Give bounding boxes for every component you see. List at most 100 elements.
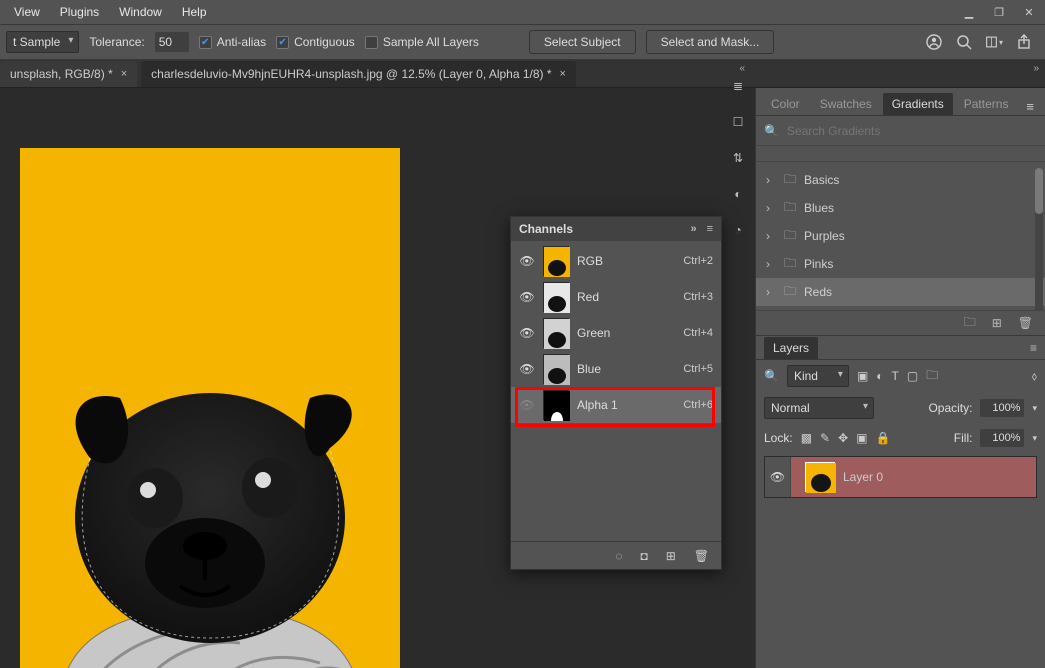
channel-green[interactable]: 👁 Green Ctrl+4	[511, 315, 721, 351]
delete-icon[interactable]: 🗑	[1018, 316, 1033, 330]
tab-color[interactable]: Color	[762, 93, 809, 115]
window-minimize-icon[interactable]: ▁	[955, 3, 983, 21]
channel-red[interactable]: 👁 Red Ctrl+3	[511, 279, 721, 315]
cloud-user-icon[interactable]	[925, 33, 943, 51]
adjust-filter-icon[interactable]: ◐	[876, 369, 883, 383]
fill-input[interactable]	[980, 429, 1024, 447]
search-icon[interactable]	[955, 33, 973, 51]
folder-basics[interactable]: ›🗀Basics	[756, 166, 1045, 194]
tab-patterns[interactable]: Patterns	[955, 93, 1018, 115]
lock-all-icon[interactable]: 🔒	[876, 431, 891, 445]
channels-panel[interactable]: Channels » ≡ 👁 RGB Ctrl+2 👁 Red Ctrl+3 👁…	[510, 216, 722, 570]
menu-plugins[interactable]: Plugins	[50, 0, 109, 24]
document-tab-active[interactable]: charlesdeluvio-Mv9hjnEUHR4-unsplash.jpg …	[141, 61, 576, 87]
fill-label: Fill:	[954, 431, 973, 445]
channel-thumbnail	[543, 246, 569, 276]
new-group-icon[interactable]: ⊞	[992, 316, 1002, 330]
folder-scrollbar[interactable]	[1035, 168, 1043, 310]
save-preset-icon[interactable]: 🗀	[964, 313, 976, 334]
channels-title: Channels	[519, 222, 573, 236]
visibility-toggle-icon[interactable]: 👁	[519, 254, 535, 268]
window-restore-icon[interactable]: ❐	[985, 3, 1013, 21]
smart-filter-icon[interactable]: 🗀	[926, 366, 938, 387]
channel-shortcut: Ctrl+5	[683, 363, 713, 375]
select-subject-button[interactable]: Select Subject	[529, 30, 636, 54]
anti-alias-checkbox[interactable]: ✔Anti-alias	[199, 35, 266, 49]
contiguous-checkbox[interactable]: ✔Contiguous	[276, 35, 355, 49]
lock-pixels-icon[interactable]: ✎	[820, 431, 830, 445]
sample-all-checkbox[interactable]: Sample All Layers	[365, 35, 479, 49]
gradient-folder-list: ›🗀Basics ›🗀Blues ›🗀Purples ›🗀Pinks ›🗀Red…	[756, 162, 1045, 310]
channel-shortcut: Ctrl+2	[683, 255, 713, 267]
channel-rgb[interactable]: 👁 RGB Ctrl+2	[511, 243, 721, 279]
delete-channel-icon[interactable]: 🗑	[694, 549, 709, 563]
layer-thumbnail[interactable]	[805, 462, 835, 492]
visibility-toggle-icon[interactable]: 👁	[765, 457, 791, 497]
tab-layers[interactable]: Layers	[764, 337, 818, 359]
lock-position-icon[interactable]: ✥	[838, 431, 848, 445]
panel-menu-icon[interactable]: ≡	[1021, 97, 1039, 115]
folder-purples[interactable]: ›🗀Purples	[756, 222, 1045, 250]
folder-reds[interactable]: ›🗀Reds	[756, 278, 1045, 306]
folder-pinks[interactable]: ›🗀Pinks	[756, 250, 1045, 278]
panel-menu-icon[interactable]: ≡	[1030, 341, 1037, 355]
filter-toggle-icon[interactable]: ⬨	[1032, 369, 1037, 384]
channel-thumbnail	[543, 390, 569, 420]
window-close-icon[interactable]: ✕	[1015, 3, 1043, 21]
properties-icon[interactable]: ☐	[728, 112, 748, 132]
share-icon[interactable]	[1015, 33, 1033, 51]
new-channel-icon[interactable]: ⊞	[666, 549, 676, 563]
shape-filter-icon[interactable]: ▢	[907, 369, 918, 383]
expand-strip-icon[interactable]: «	[739, 63, 745, 74]
type-filter-icon[interactable]: T	[892, 369, 899, 383]
folder-icon: 🗀	[784, 226, 796, 247]
search-gradients-input[interactable]	[785, 123, 1037, 139]
menu-help[interactable]: Help	[172, 0, 217, 24]
layer-row-layer0[interactable]: 👁 Layer 0	[764, 456, 1037, 498]
layer-name[interactable]: Layer 0	[843, 470, 883, 484]
folder-blues[interactable]: ›🗀Blues	[756, 194, 1045, 222]
menu-bar: View Plugins Window Help ▁ ❐ ✕	[0, 0, 1045, 24]
save-selection-icon[interactable]: ◘	[640, 549, 647, 563]
right-dock: Color Swatches Gradients Patterns ≡ 🔍 ›🗀…	[755, 88, 1045, 668]
layers-panel: Layers ≡ 🔍 Kind ▣ ◐ T ▢ 🗀 ⬨ Normal Opaci…	[756, 336, 1045, 502]
expand-dock-icon[interactable]: »	[1033, 63, 1039, 74]
filter-kind-select[interactable]: Kind	[787, 365, 849, 387]
visibility-toggle-icon[interactable]: 👁	[519, 398, 535, 412]
close-icon[interactable]: ×	[121, 68, 127, 80]
opacity-input[interactable]	[980, 399, 1024, 417]
close-icon[interactable]: ×	[560, 68, 566, 80]
channel-shortcut: Ctrl+6	[683, 399, 713, 411]
document-tab-inactive[interactable]: unsplash, RGB/8) *×	[0, 61, 137, 87]
channel-thumbnail	[543, 354, 569, 384]
visibility-toggle-icon[interactable]: 👁	[519, 326, 535, 340]
brush-icon[interactable]: ◐	[728, 184, 748, 204]
channel-blue[interactable]: 👁 Blue Ctrl+5	[511, 351, 721, 387]
folder-icon: 🗀	[784, 198, 796, 219]
opacity-label: Opacity:	[928, 401, 972, 415]
visibility-toggle-icon[interactable]: 👁	[519, 362, 535, 376]
menu-window[interactable]: Window	[109, 0, 172, 24]
collapse-icon[interactable]: »	[690, 223, 696, 235]
tab-swatches[interactable]: Swatches	[811, 93, 881, 115]
sliders-icon[interactable]: ⇅	[728, 148, 748, 168]
folder-icon: 🗀	[784, 254, 796, 275]
tolerance-input[interactable]	[155, 32, 189, 52]
visibility-toggle-icon[interactable]: 👁	[519, 290, 535, 304]
search-icon: 🔍	[764, 124, 779, 138]
load-selection-icon[interactable]: ◌	[615, 549, 622, 563]
sample-select[interactable]: t Sample	[6, 31, 79, 53]
pixel-filter-icon[interactable]: ▣	[857, 369, 868, 383]
select-and-mask-button[interactable]: Select and Mask...	[646, 30, 775, 54]
channel-alpha1[interactable]: 👁 Alpha 1 Ctrl+6	[511, 387, 721, 423]
adjustments-icon[interactable]: ≣	[728, 76, 748, 96]
lock-artboard-icon[interactable]: ▣	[856, 431, 867, 445]
arrange-icon[interactable]: ▾	[985, 33, 1003, 51]
document-canvas[interactable]	[20, 148, 400, 668]
libraries-icon[interactable]: ◔	[728, 220, 748, 240]
tab-gradients[interactable]: Gradients	[883, 93, 953, 115]
blend-mode-select[interactable]: Normal	[764, 397, 874, 419]
menu-view[interactable]: View	[4, 0, 50, 24]
lock-transparent-icon[interactable]: ▩	[801, 431, 812, 445]
panel-menu-icon[interactable]: ≡	[707, 223, 713, 235]
